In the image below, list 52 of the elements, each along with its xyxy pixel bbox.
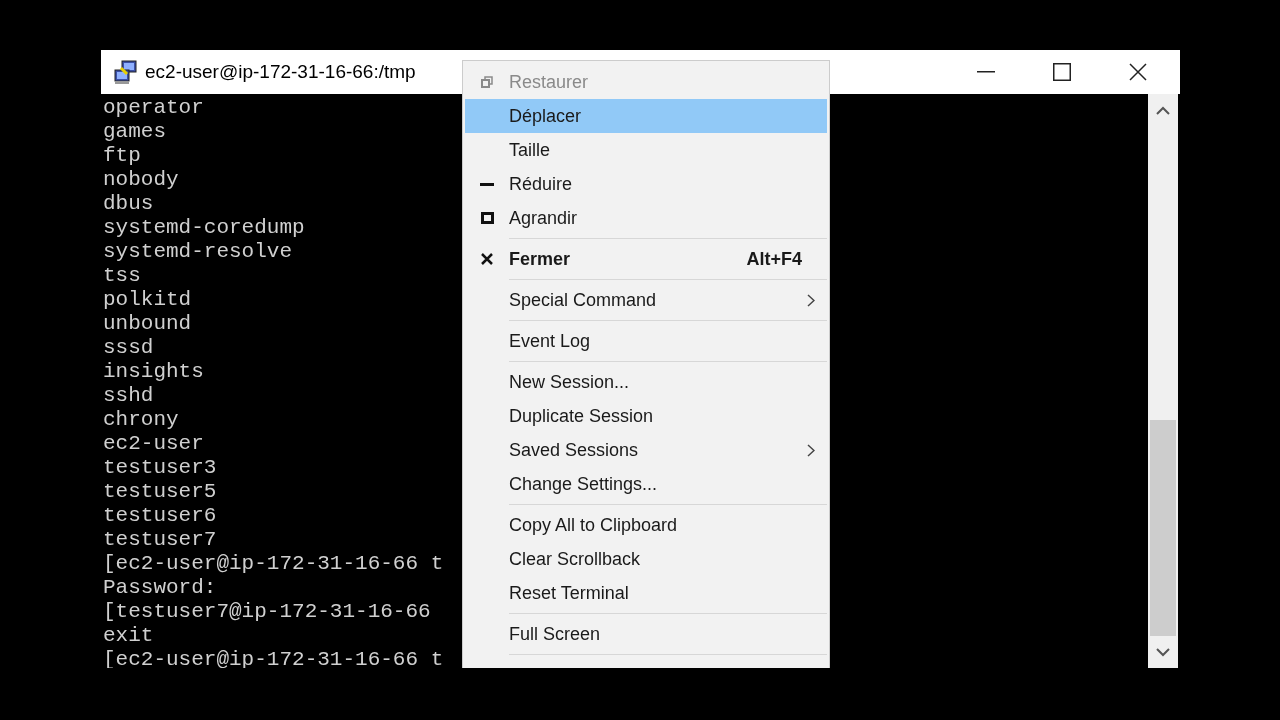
menu-item[interactable]: Full Screen [465,617,827,651]
menu-item[interactable]: Agrandir [465,201,827,235]
terminal-line: testuser3 [103,456,217,480]
terminal-line: sssd [103,336,154,360]
scrollbar[interactable] [1148,94,1178,668]
terminal-line: dbus [103,192,154,216]
terminal-line: systemd-coredump [103,216,305,240]
terminal-line: operator [103,96,204,120]
terminal-line: tss [103,264,141,288]
terminal-line: nobody [103,168,179,192]
chevron-down-icon [1156,647,1170,657]
terminal-line: unbound [103,312,192,336]
maximize-icon [480,212,494,224]
close-icon [1129,63,1147,81]
terminal-line: polkitd [103,288,192,312]
menu-item[interactable]: Reset Terminal [465,576,827,610]
menu-item[interactable]: New Session... [465,365,827,399]
menu-item[interactable]: Copy All to Clipboard [465,508,827,542]
terminal-line: ftp [103,144,141,168]
terminal-line: Password: [103,576,217,600]
restore-icon [481,76,493,88]
menu-item[interactable]: Réduire [465,167,827,201]
scroll-thumb[interactable] [1150,420,1176,636]
terminal-line: [testuser7@ip-172-31-16-66 [103,600,431,624]
terminal-line: testuser6 [103,504,217,528]
maximize-icon [1053,63,1071,81]
menu-item[interactable]: Saved Sessions [465,433,827,467]
menu-item[interactable]: Taille [465,133,827,167]
terminal-line: sshd [103,384,154,408]
terminal-line: exit [103,624,154,648]
minimize-icon [480,182,494,186]
terminal-line: testuser5 [103,480,217,504]
menu-item[interactable]: Clear Scrollback [465,542,827,576]
terminal-line: games [103,120,166,144]
computers-icon [113,59,139,85]
chevron-up-icon [1156,105,1170,115]
menu-item[interactable]: Special Command [465,283,827,317]
shortcut-label: Alt+F4 [746,247,803,271]
terminal-line: systemd-resolve [103,240,293,264]
minimize-icon [977,71,995,73]
menu-item[interactable]: Duplicate Session [465,399,827,433]
terminal-line: testuser7 [103,528,217,552]
menu-item[interactable]: Déplacer [465,99,827,133]
menu-item[interactable]: Fermer Alt+F4 [465,242,827,276]
menu-item[interactable]: Event Log [465,324,827,358]
menu-item[interactable]: Change Settings... [465,467,827,501]
terminal-line: insights [103,360,204,384]
terminal-line: [ec2-user@ip-172-31-16-66 t [103,552,444,576]
terminal-line: chrony [103,408,179,432]
close-icon [481,253,493,265]
window-title: ec2-user@ip-172-31-16-66:/tmp [145,59,416,84]
terminal-line: ec2-user [103,432,204,456]
